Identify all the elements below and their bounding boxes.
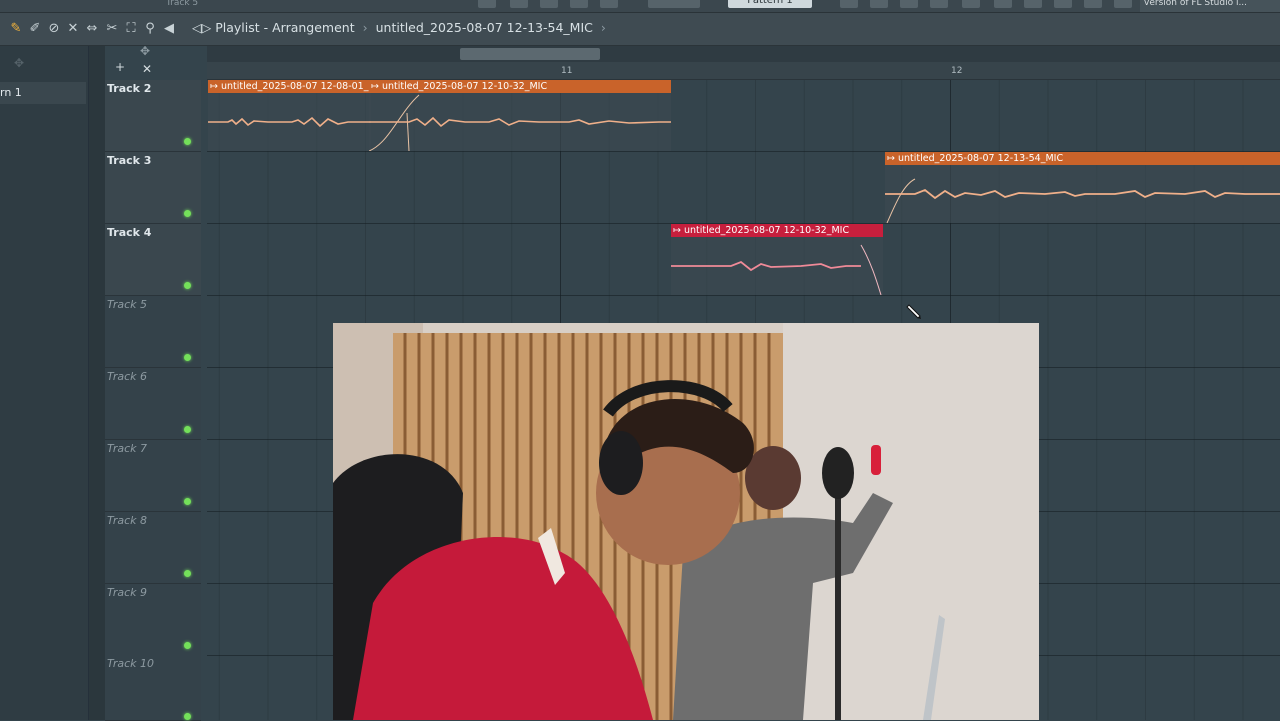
toolbar-button[interactable] — [870, 0, 888, 8]
clip-title: untitled_2025-08-07 12-13-54_MIC — [897, 153, 1064, 164]
scrollbar-thumb[interactable] — [460, 48, 600, 60]
track-name: Track 2 — [107, 82, 152, 95]
pencil-tool-icon[interactable]: ✎ — [8, 21, 24, 37]
track-enable-led[interactable] — [184, 498, 191, 505]
track-enable-led[interactable] — [184, 138, 191, 145]
track-name: Track 4 — [107, 226, 152, 239]
audio-clip[interactable]: ↦ untitled_2025-08-07 12-08-01_ — [208, 80, 371, 151]
track-enable-led[interactable] — [184, 426, 191, 433]
clip-label: ↦ untitled_2025-08-07 12-10-32_MIC — [671, 224, 883, 237]
track-header-9[interactable]: Track 9 — [105, 584, 201, 656]
track-name: Track 10 — [107, 657, 155, 670]
panel-divider — [89, 46, 105, 720]
toolbar-button[interactable] — [600, 0, 618, 8]
bar-number: 11 — [561, 66, 573, 76]
track-header-6[interactable]: Track 6 — [105, 368, 201, 440]
toolbar-button[interactable] — [962, 0, 980, 8]
clip-title: untitled_2025-08-07 12-10-32_MIC — [683, 225, 850, 236]
toolbar-button[interactable] — [478, 0, 496, 8]
timeline-ruler[interactable]: 11 12 — [207, 46, 1280, 80]
close-icon[interactable]: ✕ — [142, 62, 152, 76]
waveform — [208, 116, 371, 128]
toolbar-button[interactable] — [1054, 0, 1072, 8]
playback-tool-icon[interactable]: ◀ — [161, 21, 177, 37]
track-enable-led[interactable] — [184, 282, 191, 289]
pattern-list-item[interactable]: rn 1 — [0, 82, 86, 104]
webcam-video-overlay — [333, 323, 1039, 720]
horizontal-scrollbar[interactable] — [207, 46, 1280, 62]
breadcrumb-file[interactable]: untitled_2025-08-07 12-13-54_MIC — [376, 20, 593, 35]
waveform — [671, 244, 882, 295]
track-name: Track 7 — [107, 442, 148, 455]
clip-title: untitled_2025-08-07 12-10-32_MIC — [381, 81, 548, 92]
track-enable-led[interactable] — [184, 210, 191, 217]
track-name: Track 3 — [107, 154, 152, 167]
play-button[interactable] — [510, 0, 528, 8]
waveform — [885, 178, 1280, 223]
track-header-3[interactable]: Track 3 — [105, 152, 201, 224]
track-enable-led[interactable] — [184, 713, 191, 720]
toolbar-button[interactable] — [1084, 0, 1102, 8]
playlist-header: ✎ ✐ ⊘ ✕ ⇔ ✂ ⛶ ⚲ ◀ ◁▷ Playlist - Arrangem… — [0, 13, 1280, 46]
waveform — [369, 94, 671, 151]
track-enable-led[interactable] — [184, 642, 191, 649]
slip-tool-icon[interactable]: ⇔ — [84, 21, 100, 37]
toolbar-button[interactable] — [840, 0, 858, 8]
add-track-icon[interactable]: + — [115, 60, 125, 74]
slice-tool-icon[interactable]: ✂ — [104, 21, 120, 37]
toolbar-button[interactable] — [994, 0, 1012, 8]
track-name: Track 6 — [107, 370, 148, 383]
top-toolbar: Track 5 Pattern 1 version of FL Studio i… — [0, 0, 1280, 13]
track-header-5[interactable]: Track 5 — [105, 296, 201, 368]
breadcrumb: ◁▷ Playlist - Arrangement › untitled_202… — [192, 20, 610, 35]
move-icon[interactable]: ✥ — [140, 44, 150, 58]
track-enable-led[interactable] — [184, 570, 191, 577]
audio-clip[interactable]: ↦ untitled_2025-08-07 12-13-54_MIC — [885, 152, 1280, 223]
paint-tool-icon[interactable]: ✐ — [27, 21, 43, 37]
toolbar-button[interactable] — [930, 0, 948, 8]
toolbar-button[interactable] — [570, 0, 588, 8]
tempo-display[interactable] — [648, 0, 700, 8]
track-header-10[interactable]: Track 10 — [105, 655, 201, 721]
hint-track-label: Track 5 — [166, 0, 199, 8]
chevron-right-icon: › — [600, 20, 606, 35]
pencil-cursor-icon — [906, 304, 921, 319]
clip-label: ↦ untitled_2025-08-07 12-13-54_MIC — [885, 152, 1280, 165]
track-header-4[interactable]: Track 4 — [105, 224, 201, 296]
toolbar-button[interactable] — [1024, 0, 1042, 8]
audio-clip[interactable]: ↦ untitled_2025-08-07 12-10-32_MIC — [671, 224, 883, 295]
mute-tool-icon[interactable]: ✕ — [65, 21, 81, 37]
pattern-selector[interactable]: Pattern 1 — [728, 0, 812, 8]
arrow-icon[interactable]: ◁▷ — [192, 20, 211, 35]
chevron-right-icon: › — [362, 20, 368, 35]
track-name: Track 9 — [107, 586, 148, 599]
track-name: Track 5 — [107, 298, 148, 311]
track-name: Track 8 — [107, 514, 148, 527]
clip-title: untitled_2025-08-07 12-08-01_ — [220, 81, 369, 92]
toolbar-button[interactable] — [900, 0, 918, 8]
pattern-picker-panel: ✥ rn 1 — [0, 46, 89, 720]
track-header-7[interactable]: Track 7 — [105, 440, 201, 512]
audio-clip[interactable]: ↦ untitled_2025-08-07 12-10-32_MIC — [369, 80, 671, 151]
zoom-tool-icon[interactable]: ⚲ — [142, 21, 158, 37]
track-enable-led[interactable] — [184, 354, 191, 361]
toolbar-button[interactable] — [1114, 0, 1132, 8]
bar-number: 12 — [951, 66, 963, 76]
select-tool-icon[interactable]: ⛶ — [123, 21, 139, 37]
move-icon: ✥ — [14, 56, 25, 70]
hint-bar: version of FL Studio i... — [1140, 0, 1280, 12]
delete-tool-icon[interactable]: ⊘ — [46, 21, 62, 37]
clip-label: ↦ untitled_2025-08-07 12-08-01_ — [208, 80, 371, 93]
toolbar-button[interactable] — [540, 0, 558, 8]
breadcrumb-root[interactable]: Playlist - Arrangement — [215, 20, 354, 35]
track-header-8[interactable]: Track 8 — [105, 512, 201, 584]
clip-label: ↦ untitled_2025-08-07 12-10-32_MIC — [369, 80, 671, 93]
track-header-2[interactable]: Track 2 — [105, 80, 201, 152]
video-frame — [333, 323, 1039, 720]
